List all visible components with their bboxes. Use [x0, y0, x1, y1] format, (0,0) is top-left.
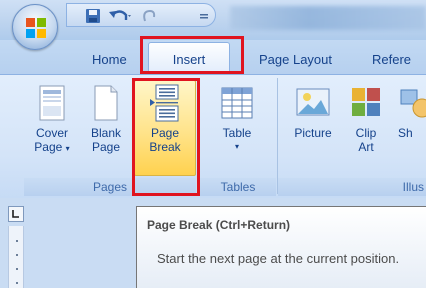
group-label-illustrations: Illus	[278, 178, 426, 196]
page-break-label-2: Break	[149, 140, 181, 154]
tab-selector-icon[interactable]	[8, 206, 24, 222]
group-label-tables: Tables	[200, 178, 276, 196]
picture-button[interactable]: Picture	[284, 84, 342, 140]
tab-page-layout[interactable]: Page Layout	[259, 52, 332, 67]
ruler-tick	[16, 268, 18, 270]
office-logo-icon	[26, 18, 46, 38]
tab-home[interactable]: Home	[92, 52, 127, 67]
window-title-blurred	[230, 6, 426, 30]
cover-page-icon	[39, 85, 65, 121]
tab-insert[interactable]: Insert	[148, 42, 230, 74]
shapes-label: Sh	[398, 126, 413, 140]
blank-page-label-1: Blank	[90, 126, 122, 140]
ruler-tick	[16, 254, 18, 256]
picture-icon	[296, 88, 330, 116]
customize-toolbar-icon[interactable]	[198, 7, 210, 25]
cover-page-label-2: Page ▾	[34, 140, 70, 154]
clip-art-label-1: Clip	[355, 126, 377, 140]
dropdown-arrow-icon: ▾	[65, 144, 70, 153]
cover-page-label-1: Cover	[35, 126, 68, 140]
picture-label: Picture	[294, 126, 332, 140]
table-button[interactable]: Table ▾	[206, 84, 268, 154]
save-icon[interactable]	[84, 7, 102, 25]
clip-art-icon	[352, 88, 380, 116]
cover-page-button[interactable]: Cover Page ▾	[26, 84, 78, 156]
ruler-tick	[16, 282, 18, 284]
blank-page-button[interactable]: Blank Page	[82, 84, 130, 154]
page-break-button[interactable]: Page Break	[138, 84, 192, 154]
left-tab-icon	[12, 210, 19, 218]
tooltip-title: Page Break (Ctrl+Return)	[147, 218, 291, 232]
shapes-icon	[400, 89, 426, 118]
page-break-tooltip: Page Break (Ctrl+Return) Start the next …	[136, 206, 426, 288]
shapes-button[interactable]: Sh	[396, 84, 426, 140]
blank-page-icon	[94, 85, 118, 121]
office-button[interactable]	[12, 4, 58, 50]
group-separator	[198, 78, 199, 194]
tab-insert-label: Insert	[172, 52, 206, 67]
page-break-icon	[150, 84, 179, 122]
group-separator	[277, 78, 278, 194]
tab-references[interactable]: Refere	[372, 52, 411, 67]
dropdown-arrow-icon: ▾	[234, 142, 239, 151]
clip-art-button[interactable]: Clip Art	[346, 84, 386, 154]
ruler-tick	[16, 240, 18, 242]
blank-page-label-2: Page	[91, 140, 121, 154]
clip-art-label-2: Art	[358, 140, 374, 154]
table-icon	[221, 87, 253, 119]
tooltip-body: Start the next page at the current posit…	[157, 251, 400, 266]
table-label: Table	[222, 126, 252, 140]
page-break-label-1: Page	[150, 126, 180, 140]
vertical-ruler	[8, 226, 24, 288]
undo-icon[interactable]	[108, 7, 132, 25]
redo-icon[interactable]	[140, 7, 158, 25]
group-label-pages: Pages	[24, 178, 196, 196]
